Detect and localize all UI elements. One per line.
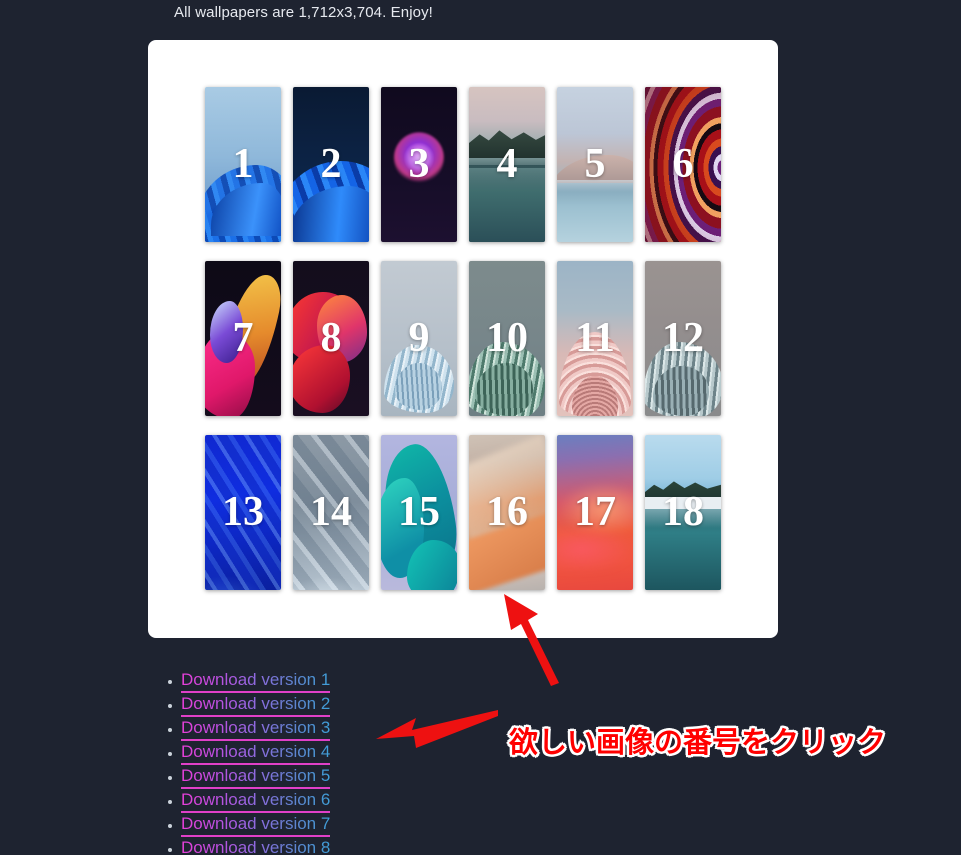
download-link-2[interactable]: Download version 2 (181, 694, 331, 717)
wallpaper-number-8: 8 (320, 314, 342, 361)
list-item: Download version 6 (166, 789, 331, 813)
download-link-5[interactable]: Download version 5 (181, 766, 331, 789)
wallpaper-number-5: 5 (584, 140, 606, 187)
download-link-4[interactable]: Download version 4 (181, 742, 331, 765)
wallpaper-preview-card: 1 2 3 4 5 6 7 8 9 10 11 12 13 14 15 16 1… (148, 40, 778, 638)
wallpaper-number-17: 17 (574, 488, 616, 535)
list-item: Download version 3 (166, 717, 331, 741)
wallpaper-thumbnail-18[interactable]: 18 (645, 435, 721, 590)
wallpaper-number-14: 14 (310, 488, 352, 535)
wallpaper-number-10: 10 (486, 314, 528, 361)
list-item: Download version 2 (166, 693, 331, 717)
wallpaper-thumbnail-15[interactable]: 15 (381, 435, 457, 590)
wallpaper-thumbnail-7[interactable]: 7 (205, 261, 281, 416)
wallpaper-number-18: 18 (662, 488, 704, 535)
wallpaper-thumbnail-12[interactable]: 12 (645, 261, 721, 416)
wallpaper-thumbnail-11[interactable]: 11 (557, 261, 633, 416)
download-links-list: Download version 1 Download version 2 Do… (166, 669, 331, 855)
list-item: Download version 5 (166, 765, 331, 789)
wallpaper-thumbnail-9[interactable]: 9 (381, 261, 457, 416)
callout-text: 欲しい画像の番号をクリック (507, 719, 888, 761)
download-link-8[interactable]: Download version 8 (181, 838, 330, 855)
download-link-7[interactable]: Download version 7 (181, 814, 331, 837)
wallpaper-thumbnail-14[interactable]: 14 (293, 435, 369, 590)
wallpaper-thumbnail-3[interactable]: 3 (381, 87, 457, 242)
wallpaper-number-16: 16 (486, 488, 528, 535)
wallpaper-number-7: 7 (232, 314, 254, 361)
wallpaper-thumbnail-8[interactable]: 8 (293, 261, 369, 416)
wallpaper-thumbnail-17[interactable]: 17 (557, 435, 633, 590)
wallpaper-number-13: 13 (222, 488, 264, 535)
wallpaper-grid: 1 2 3 4 5 6 7 8 9 10 11 12 13 14 15 16 1… (205, 87, 721, 590)
wallpaper-thumbnail-2[interactable]: 2 (293, 87, 369, 242)
list-item: Download version 4 (166, 741, 331, 765)
wallpaper-thumbnail-16[interactable]: 16 (469, 435, 545, 590)
wallpaper-number-6: 6 (672, 140, 694, 187)
page-intro-text: All wallpapers are 1,712x3,704. Enjoy! (174, 4, 433, 21)
wallpaper-number-11: 11 (575, 314, 615, 361)
callout-text-label: 欲しい画像の番号をクリック (507, 723, 888, 761)
wallpaper-number-1: 1 (232, 140, 254, 187)
download-link-3[interactable]: Download version 3 (181, 718, 331, 741)
arrow-to-download-links-icon (376, 710, 498, 748)
wallpaper-thumbnail-5[interactable]: 5 (557, 87, 633, 242)
list-item: Download version 7 (166, 813, 331, 837)
wallpaper-thumbnail-1[interactable]: 1 (205, 87, 281, 242)
wallpaper-thumbnail-4[interactable]: 4 (469, 87, 545, 242)
wallpaper-number-3: 3 (408, 140, 430, 187)
page-root: All wallpapers are 1,712x3,704. Enjoy! 1… (0, 0, 961, 855)
download-link-1[interactable]: Download version 1 (181, 670, 331, 693)
wallpaper-number-4: 4 (496, 140, 518, 187)
wallpaper-number-15: 15 (398, 488, 440, 535)
wallpaper-number-9: 9 (408, 314, 430, 361)
wallpaper-thumbnail-6[interactable]: 6 (645, 87, 721, 242)
list-item: Download version 8 (166, 837, 330, 855)
wallpaper-number-12: 12 (662, 314, 704, 361)
wallpaper-thumbnail-10[interactable]: 10 (469, 261, 545, 416)
download-link-6[interactable]: Download version 6 (181, 790, 331, 813)
wallpaper-number-2: 2 (320, 140, 342, 187)
list-item: Download version 1 (166, 669, 331, 693)
wallpaper-thumbnail-13[interactable]: 13 (205, 435, 281, 590)
